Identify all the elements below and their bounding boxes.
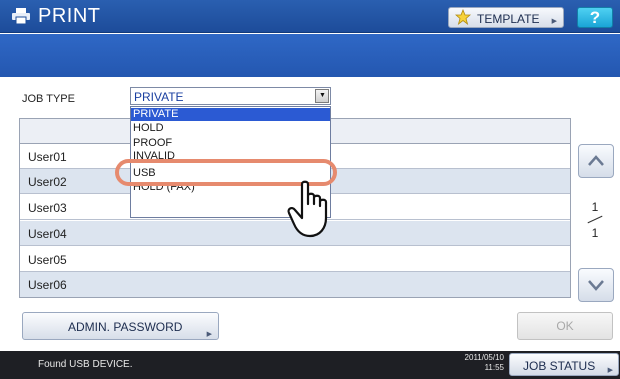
- option-proof[interactable]: PROOF: [131, 137, 330, 150]
- template-label: TEMPLATE: [477, 12, 540, 26]
- date-time: 2011/05/10 11:55: [448, 353, 504, 373]
- scroll-up-button[interactable]: [578, 144, 614, 178]
- status-date: 2011/05/10: [464, 353, 504, 362]
- printer-icon: [12, 8, 30, 24]
- scroll-down-button[interactable]: [578, 268, 614, 302]
- admin-password-button[interactable]: ADMIN. PASSWORD ▶: [22, 312, 219, 340]
- corner-arrow-icon: ▶: [607, 367, 613, 374]
- status-time: 11:55: [484, 363, 504, 372]
- option-hold[interactable]: HOLD: [131, 122, 330, 135]
- print-screen: PRINT TEMPLATE ▶ ? JOB TYPE PRIVATE ▼ Us…: [0, 0, 620, 379]
- page-title: PRINT: [38, 5, 101, 27]
- status-bar: Found USB DEVICE. 2011/05/10 11:55 JOB S…: [0, 351, 620, 379]
- header-bar: PRINT TEMPLATE ▶ ?: [0, 0, 620, 33]
- total-pages: 1: [591, 226, 599, 240]
- page-indicator: 1 1: [587, 200, 603, 240]
- corner-arrow-icon: ▶: [551, 18, 557, 25]
- ok-button[interactable]: OK: [517, 312, 613, 340]
- table-row[interactable]: User06: [20, 272, 570, 297]
- table-row[interactable]: User05: [20, 247, 570, 272]
- option-private[interactable]: PRIVATE: [131, 108, 330, 121]
- dropdown-arrow-button[interactable]: ▼: [315, 89, 329, 103]
- job-status-button[interactable]: JOB STATUS ▶: [509, 353, 619, 376]
- star-icon: [455, 9, 471, 25]
- chevron-up-icon: [588, 155, 604, 166]
- user-name: User05: [28, 253, 67, 267]
- current-page: 1: [591, 200, 599, 214]
- user-name: User01: [28, 150, 67, 164]
- admin-password-label: ADMIN. PASSWORD: [68, 320, 183, 334]
- user-name: User03: [28, 201, 67, 215]
- user-name: User04: [28, 227, 67, 241]
- pointing-hand-icon: [287, 180, 328, 238]
- user-name: User06: [28, 278, 67, 292]
- status-message: Found USB DEVICE.: [38, 359, 133, 370]
- corner-arrow-icon: ▶: [206, 331, 212, 338]
- job-status-label: JOB STATUS: [523, 359, 596, 373]
- chevron-down-icon: ▼: [319, 92, 326, 99]
- user-name: User02: [28, 175, 67, 189]
- chevron-down-icon: [588, 280, 604, 291]
- page-separator: [587, 214, 603, 226]
- job-type-selected-value: PRIVATE: [134, 90, 184, 104]
- template-button[interactable]: TEMPLATE ▶: [448, 7, 564, 28]
- info-band: [0, 34, 620, 77]
- job-type-select[interactable]: PRIVATE ▼: [130, 87, 331, 105]
- help-button[interactable]: ?: [577, 7, 613, 28]
- job-type-label: JOB TYPE: [22, 93, 75, 105]
